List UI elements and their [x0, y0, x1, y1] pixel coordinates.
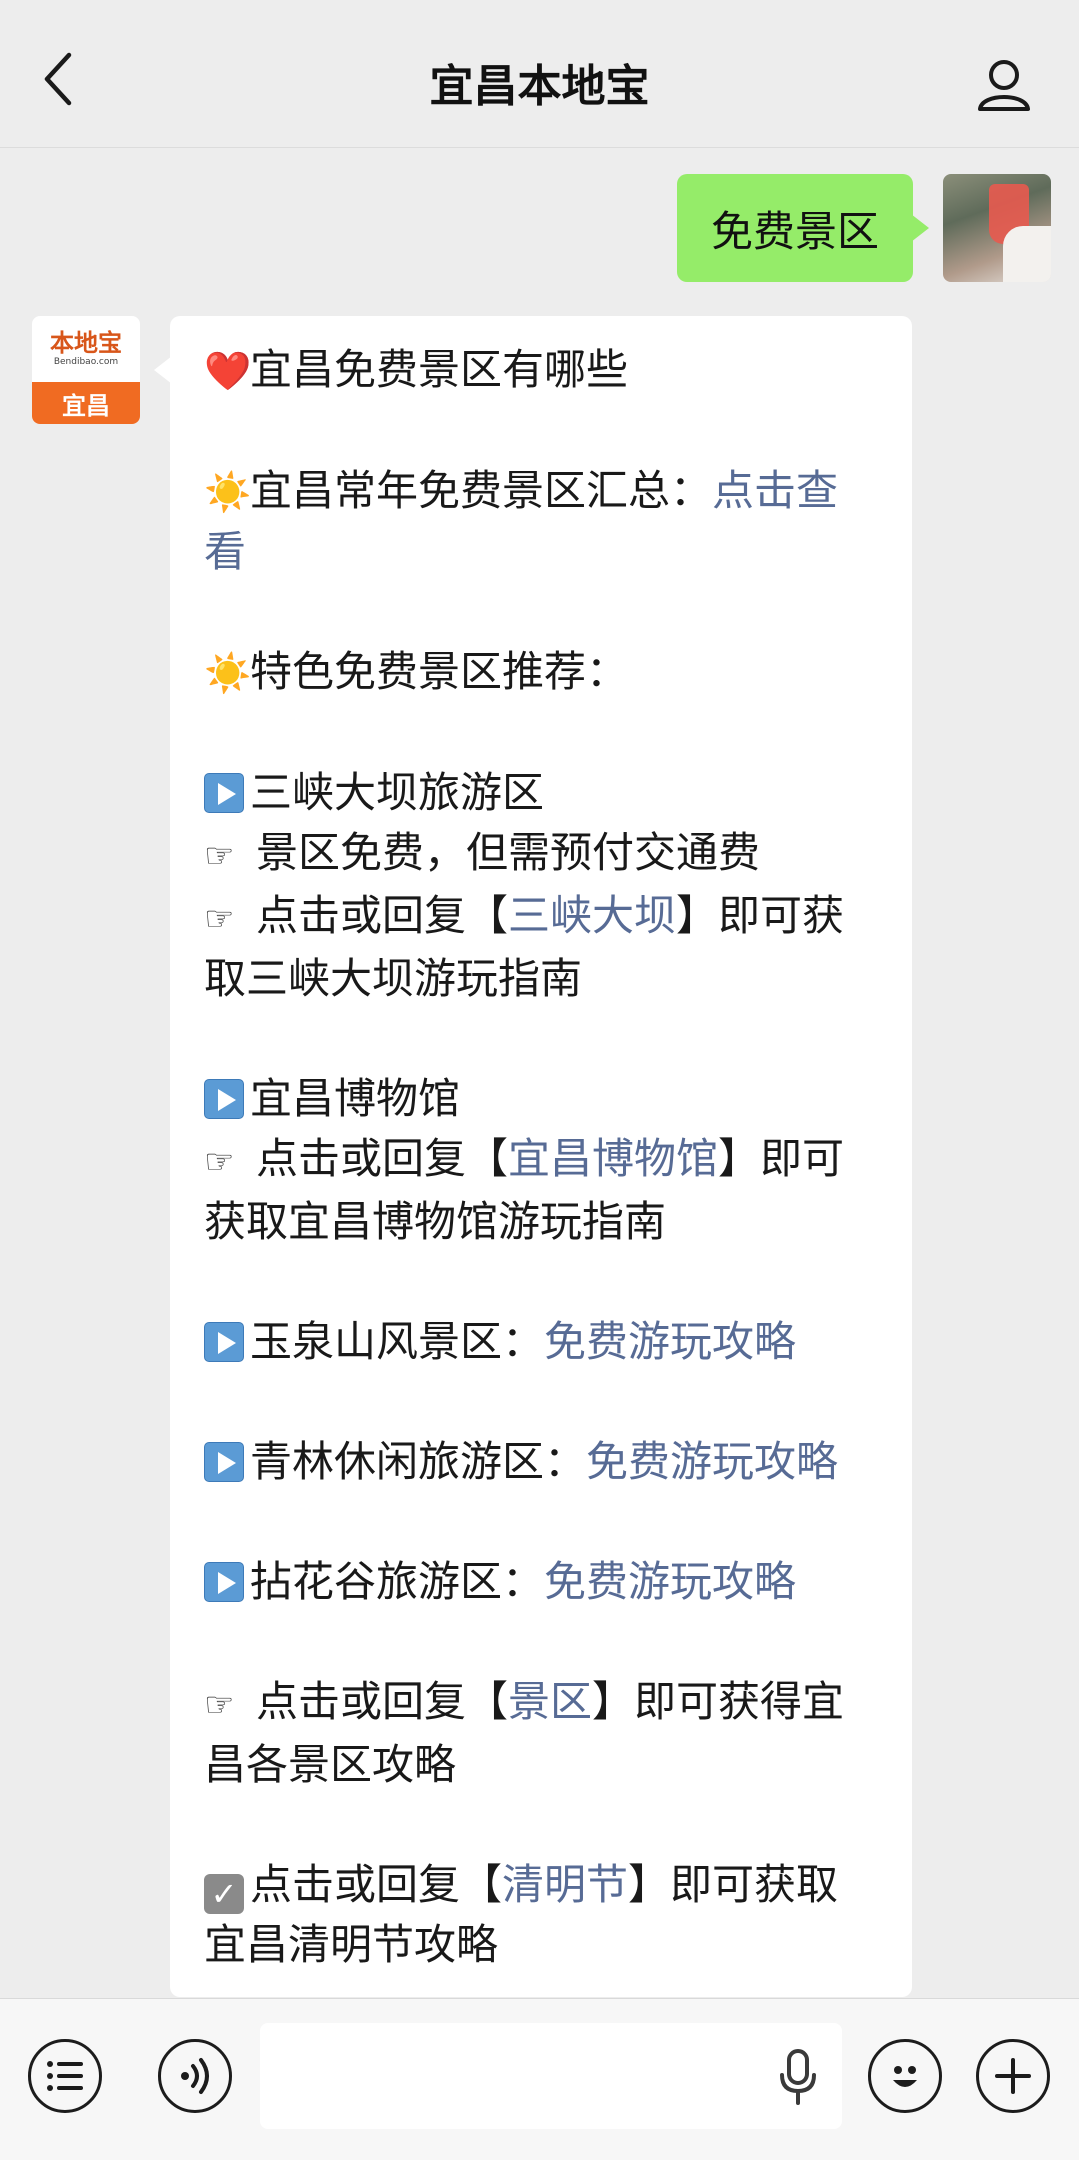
attraction-title: 青林休闲旅游区： [250, 1437, 587, 1486]
emoji-button[interactable] [868, 2039, 942, 2113]
nianhuagu-guide-link[interactable]: 免费游玩攻略 [544, 1557, 796, 1606]
message-text: 点击或回复【 [250, 1860, 503, 1909]
outgoing-message-row: 免费景区 [676, 174, 1051, 282]
message-paragraph: ☞ 点击或回复【景区】即可获得宜昌各景区攻略 [204, 1672, 878, 1795]
play-icon [204, 1079, 244, 1119]
sun-icon: ☀️ [204, 651, 252, 695]
play-icon [204, 1562, 244, 1602]
microphone-icon[interactable] [778, 2049, 818, 2105]
message-text: 宜昌常年免费景区汇总： [250, 466, 713, 515]
message-text: 宜昌免费景区有哪些 [250, 345, 629, 394]
message-text: 点击或回复【 [256, 891, 509, 940]
profile-button[interactable] [969, 50, 1039, 120]
user-avatar[interactable] [943, 174, 1051, 282]
chat-title: 宜昌本地宝 [429, 61, 650, 112]
chat-area[interactable]: 免费景区 本地宝 Bendibao.com 宜昌 ❤️宜昌免费景区有哪些 ☀️宜… [0, 148, 1079, 1998]
list-icon [47, 2061, 83, 2091]
logo-city: 宜昌 [32, 382, 140, 424]
message-paragraph: ❤️宜昌免费景区有哪些 [204, 340, 878, 401]
sun-icon: ☀️ [204, 470, 252, 514]
voice-input-button[interactable] [158, 2039, 232, 2113]
person-icon [978, 60, 1030, 111]
message-paragraph: 宜昌博物馆 ☞ 点击或回复【宜昌博物馆】即可获取宜昌博物馆游玩指南 [204, 1069, 878, 1252]
message-text: 点击或回复【 [256, 1677, 509, 1726]
attraction-title: 玉泉山风景区： [250, 1317, 545, 1366]
pointing-hand-icon: ☞ [204, 1142, 235, 1182]
pointing-hand-icon: ☞ [204, 836, 235, 876]
incoming-bubble: ❤️宜昌免费景区有哪些 ☀️宜昌常年免费景区汇总：点击查看 ☀️特色免费景区推荐… [154, 316, 912, 1997]
message-input[interactable] [260, 2023, 842, 2129]
yuquan-guide-link[interactable]: 免费游玩攻略 [544, 1317, 796, 1366]
logo-name: 本地宝 [50, 329, 122, 357]
message-paragraph: 青林休闲旅游区：免费游玩攻略 [204, 1432, 878, 1492]
pointing-hand-icon: ☞ [204, 1685, 235, 1725]
voice-icon [181, 2058, 209, 2094]
more-options-button[interactable] [976, 2039, 1050, 2113]
incoming-message-row: 本地宝 Bendibao.com 宜昌 ❤️宜昌免费景区有哪些 ☀️宜昌常年免费… [32, 316, 912, 1997]
menu-button[interactable] [28, 2039, 102, 2113]
message-paragraph: 玉泉山风景区：免费游玩攻略 [204, 1312, 878, 1372]
heart-icon: ❤️ [204, 349, 252, 393]
attraction-title: 拈花谷旅游区： [250, 1557, 545, 1606]
qingming-link[interactable]: 清明节 [502, 1860, 628, 1909]
bot-avatar[interactable]: 本地宝 Bendibao.com 宜昌 [32, 316, 140, 424]
message-paragraph: ✓ 点击或回复【清明节】即可获取宜昌清明节攻略 [204, 1855, 878, 1975]
attraction-title: 宜昌博物馆 [250, 1074, 461, 1123]
message-paragraph: ☀️宜昌常年免费景区汇总：点击查看 [204, 461, 878, 582]
attraction-title: 三峡大坝旅游区 [250, 768, 545, 817]
message-paragraph: ☀️特色免费景区推荐： [204, 642, 878, 703]
chat-header: 宜昌本地宝 [0, 0, 1079, 148]
scenic-areas-link[interactable]: 景区 [508, 1677, 592, 1726]
plus-icon [995, 2058, 1031, 2094]
yichang-museum-link[interactable]: 宜昌博物馆 [508, 1134, 718, 1183]
input-toolbar [0, 1998, 1079, 2160]
three-gorges-dam-link[interactable]: 三峡大坝 [508, 891, 676, 940]
checkmark-icon: ✓ [204, 1874, 244, 1914]
outgoing-bubble[interactable]: 免费景区 [676, 174, 930, 282]
qinglin-guide-link[interactable]: 免费游玩攻略 [586, 1437, 838, 1486]
message-text: 景区免费，但需预付交通费 [256, 828, 761, 877]
message-text: 点击或回复【 [256, 1134, 509, 1183]
play-icon [204, 773, 244, 813]
smiley-icon [893, 2066, 917, 2087]
message-text: 特色免费景区推荐： [250, 647, 629, 696]
pointing-hand-icon: ☞ [204, 899, 235, 939]
play-icon [204, 1442, 244, 1482]
message-paragraph: 三峡大坝旅游区 ☞ 景区免费，但需预付交通费 ☞ 点击或回复【三峡大坝】即可获取三峡… [204, 763, 878, 1009]
play-icon [204, 1322, 244, 1362]
logo-url: Bendibao.com [53, 357, 119, 367]
message-paragraph: 拈花谷旅游区：免费游玩攻略 [204, 1552, 878, 1612]
